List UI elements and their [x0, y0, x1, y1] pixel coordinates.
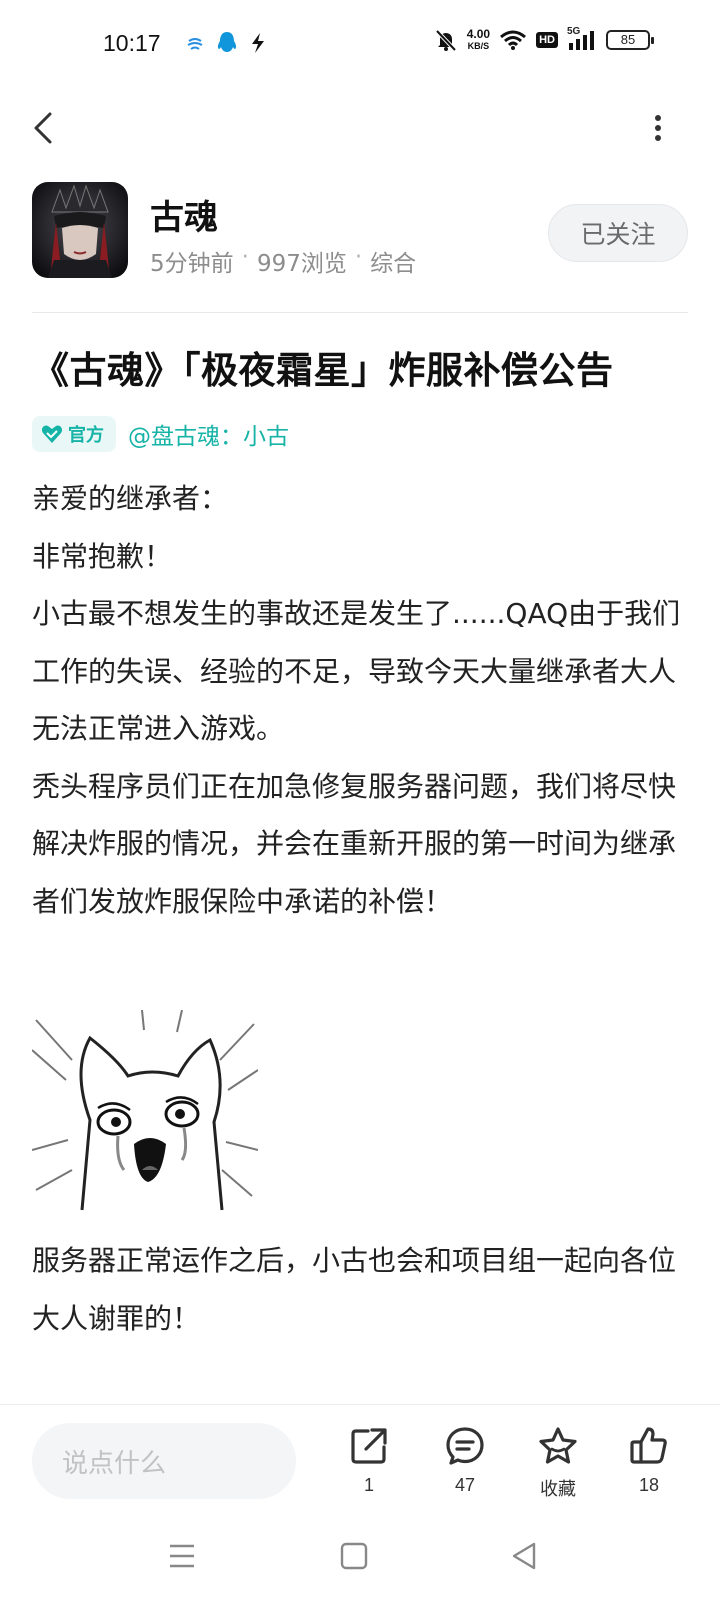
share-button[interactable]: 1 — [334, 1425, 404, 1496]
official-row: 官方 @盘古魂：小古 — [32, 416, 289, 452]
comment-count: 47 — [454, 1475, 476, 1495]
post-title: 《古魂》「极夜霜星」炸服补偿公告 — [32, 349, 614, 392]
paragraph: 小古最不想发生的事故还是发生了......QAQ由于我们工作的失误、经验的不足，… — [32, 597, 681, 745]
status-bar: 10:17 4.00 KB/S HD 5G 85 — [0, 0, 720, 92]
network-speed-unit: KB/S — [467, 41, 490, 51]
official-badge: 官方 — [32, 416, 116, 452]
flash-icon — [252, 33, 264, 53]
paragraph: 亲爱的继承者： — [32, 482, 229, 515]
comment-icon — [446, 1427, 484, 1465]
author-avatar[interactable] — [32, 182, 128, 278]
like-count: 18 — [638, 1475, 660, 1495]
action-bar: 说点什么 1 47 收藏 18 — [0, 1404, 720, 1514]
home-nav-button[interactable] — [334, 1536, 374, 1576]
cloud-app-icon — [187, 38, 203, 50]
like-button[interactable]: 18 — [614, 1425, 684, 1496]
paragraph: 非常抱歉！ — [32, 539, 173, 573]
post-category: 综合 — [370, 251, 417, 277]
paragraph: 秃头程序员们正在加急修复服务器问题，我们将尽快解决炸服的情况，并会在重新开服的第… — [32, 769, 677, 918]
menu-nav-button[interactable] — [162, 1536, 202, 1576]
avatar-image — [32, 182, 128, 278]
meta-separator: · — [354, 244, 363, 270]
star-icon — [539, 1427, 577, 1464]
author-name[interactable]: 古魂 — [150, 190, 218, 239]
qq-icon — [217, 32, 237, 52]
share-icon — [351, 1428, 387, 1464]
post-meta: 5分钟前 · 997浏览 · 综合 — [150, 244, 416, 278]
more-options-button[interactable] — [650, 108, 666, 148]
hd-badge: HD — [536, 32, 558, 48]
comment-button[interactable]: 47 — [430, 1425, 500, 1496]
divider — [32, 312, 688, 313]
author-mention-link[interactable]: @盘古魂：小古 — [128, 417, 289, 451]
status-time: 10:17 — [103, 30, 161, 56]
meta-separator: · — [241, 244, 249, 270]
chevron-left-icon — [34, 112, 52, 144]
network-speed-value: 4.00 — [466, 27, 491, 41]
back-nav-button[interactable] — [504, 1536, 544, 1576]
signal-indicator: 5G — [567, 26, 597, 51]
mute-bell-icon — [435, 29, 457, 52]
view-count: 997浏览 — [256, 251, 347, 277]
post-time: 5分钟前 — [150, 251, 234, 277]
back-button[interactable] — [26, 106, 66, 150]
favorite-label: 收藏 — [540, 1479, 576, 1499]
system-navigation-bar — [0, 1514, 720, 1600]
more-vertical-icon — [655, 115, 661, 141]
post-body: 亲爱的继承者： 非常抱歉！ 小古最不想发生的事故还是发生了......QAQ由于… — [32, 470, 692, 930]
thumbs-up-icon — [630, 1427, 667, 1464]
battery-indicator: 85 — [606, 30, 654, 50]
wifi-icon — [500, 30, 527, 50]
square-home-icon — [340, 1542, 368, 1570]
network-speed: 4.00 KB/S — [467, 28, 490, 52]
system-status-icons: 4.00 KB/S HD 5G 85 — [434, 26, 654, 52]
verified-heart-icon — [41, 425, 63, 443]
favorite-button[interactable]: 收藏 — [523, 1425, 593, 1501]
post-closing: 服务器正常运作之后，小古也会和项目组一起向各位大人谢罪的！ — [32, 1244, 677, 1335]
crying-cat-sticker[interactable] — [31, 1009, 259, 1212]
crying-cat-image — [31, 1009, 259, 1212]
follow-button[interactable]: 已关注 — [548, 204, 688, 262]
official-label: 官方 — [68, 425, 104, 446]
triangle-back-icon — [512, 1542, 536, 1570]
notification-icons — [186, 31, 266, 55]
share-count: 1 — [363, 1475, 374, 1495]
comment-input[interactable]: 说点什么 — [32, 1423, 296, 1499]
menu-icon — [170, 1544, 194, 1568]
signal-bars-icon — [569, 31, 594, 50]
